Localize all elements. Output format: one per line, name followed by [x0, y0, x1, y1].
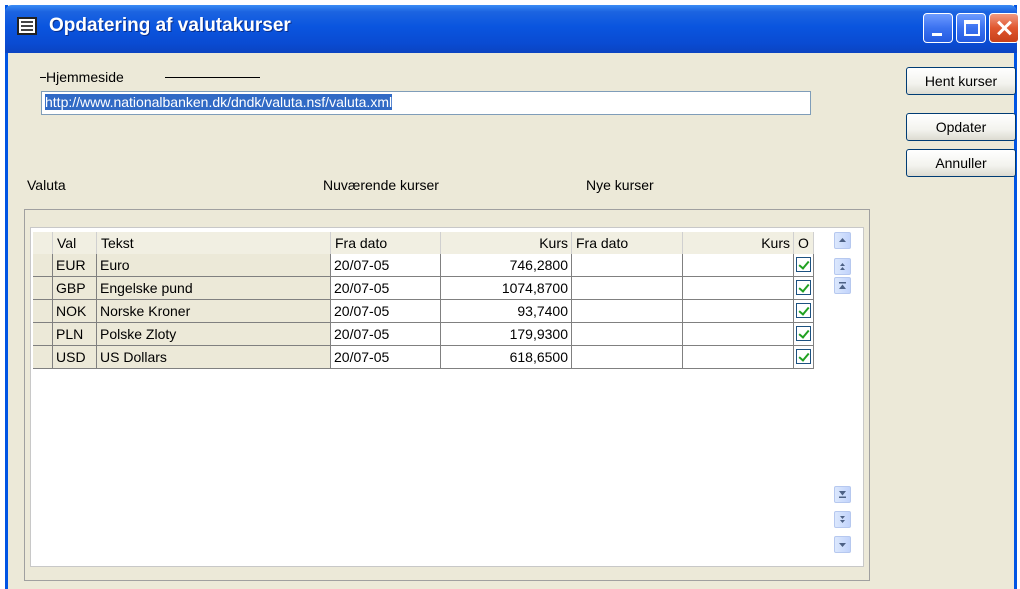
update-checkbox[interactable]	[796, 303, 811, 318]
cell-fra-dato[interactable]: 20/07-05	[331, 277, 441, 300]
cell-o[interactable]	[794, 323, 814, 346]
cell-fra-dato[interactable]: 20/07-05	[331, 254, 441, 277]
column-header-kurs[interactable]: Kurs	[441, 232, 572, 254]
homepage-url-text: http://www.nationalbanken.dk/dndk/valuta…	[45, 94, 393, 110]
column-header-o[interactable]: O	[794, 232, 814, 254]
cell-val[interactable]: USD	[53, 346, 97, 369]
cell-tekst[interactable]: Euro	[97, 254, 331, 277]
cell-val[interactable]: PLN	[53, 323, 97, 346]
cell-new-fra-dato[interactable]	[572, 300, 683, 323]
cell-o[interactable]	[794, 254, 814, 277]
dialog-window: Opdatering af valutakurser Hjemmeside ht…	[5, 5, 1019, 589]
valuta-header: Valuta	[27, 177, 66, 193]
page-down-button[interactable]	[834, 511, 851, 528]
fetch-rates-button[interactable]: Hent kurser	[906, 67, 1016, 95]
cell-kurs[interactable]: 746,2800	[441, 254, 572, 277]
homepage-label: Hjemmeside	[46, 69, 124, 85]
current-rates-header: Nuværende kurser	[323, 177, 439, 193]
scroll-top-button[interactable]	[834, 277, 851, 294]
cell-new-kurs[interactable]	[683, 346, 794, 369]
row-header[interactable]	[33, 254, 53, 277]
table-row[interactable]: EUR Euro 20/07-05 746,2800	[31, 254, 831, 277]
cell-tekst[interactable]: US Dollars	[97, 346, 331, 369]
scroll-down-button[interactable]	[834, 536, 851, 553]
cell-new-kurs[interactable]	[683, 323, 794, 346]
cell-tekst[interactable]: Engelske pund	[97, 277, 331, 300]
row-header[interactable]	[33, 300, 53, 323]
group-line-right	[165, 77, 260, 78]
currency-grid: Val Tekst Fra dato Kurs Fra dato Kurs O …	[30, 227, 864, 567]
cell-kurs[interactable]: 179,9300	[441, 323, 572, 346]
cell-new-kurs[interactable]	[683, 254, 794, 277]
cell-tekst[interactable]: Polske Zloty	[97, 323, 331, 346]
minimize-icon	[932, 33, 942, 36]
update-button[interactable]: Opdater	[906, 113, 1016, 141]
scroll-top-icon	[839, 282, 846, 289]
cell-tekst[interactable]: Norske Kroner	[97, 300, 331, 323]
arrow-up-icon	[839, 238, 846, 242]
cell-new-fra-dato[interactable]	[572, 323, 683, 346]
cell-new-kurs[interactable]	[683, 300, 794, 323]
cell-new-kurs[interactable]	[683, 277, 794, 300]
close-icon	[990, 14, 1018, 42]
scroll-bottom-icon	[839, 491, 846, 498]
cell-fra-dato[interactable]: 20/07-05	[331, 323, 441, 346]
maximize-icon	[964, 20, 980, 36]
scroll-up-button[interactable]	[834, 232, 851, 249]
cell-new-fra-dato[interactable]	[572, 254, 683, 277]
update-checkbox[interactable]	[796, 257, 811, 272]
row-header[interactable]	[33, 323, 53, 346]
grid-header: Val Tekst Fra dato Kurs Fra dato Kurs O	[31, 232, 831, 254]
cell-val[interactable]: EUR	[53, 254, 97, 277]
row-header[interactable]	[33, 346, 53, 369]
cell-kurs[interactable]: 618,6500	[441, 346, 572, 369]
update-checkbox[interactable]	[796, 326, 811, 341]
cell-val[interactable]: GBP	[53, 277, 97, 300]
window-title: Opdatering af valutakurser	[49, 15, 291, 36]
column-header-ny-fra-dato[interactable]: Fra dato	[572, 232, 683, 254]
table-row[interactable]: GBP Engelske pund 20/07-05 1074,8700	[31, 277, 831, 300]
table-row[interactable]: USD US Dollars 20/07-05 618,6500	[31, 346, 831, 369]
document-list-icon	[17, 17, 37, 35]
column-header-ny-kurs[interactable]: Kurs	[683, 232, 794, 254]
arrow-down-icon	[839, 543, 846, 547]
column-header-val[interactable]: Val	[53, 232, 97, 254]
cell-fra-dato[interactable]: 20/07-05	[331, 300, 441, 323]
minimize-button[interactable]	[923, 13, 953, 43]
page-up-button[interactable]	[834, 258, 851, 275]
homepage-url-input[interactable]: http://www.nationalbanken.dk/dndk/valuta…	[41, 91, 811, 115]
close-button[interactable]	[989, 13, 1019, 43]
update-checkbox[interactable]	[796, 280, 811, 295]
column-header-fra-dato[interactable]: Fra dato	[331, 232, 441, 254]
page-down-icon	[840, 516, 845, 523]
new-rates-header: Nye kurser	[586, 177, 654, 193]
grid-rows: EUR Euro 20/07-05 746,2800 GBP Engelske …	[31, 254, 831, 369]
row-header-corner	[33, 232, 53, 254]
cell-fra-dato[interactable]: 20/07-05	[331, 346, 441, 369]
cell-o[interactable]	[794, 277, 814, 300]
title-bar[interactable]: Opdatering af valutakurser	[5, 5, 1019, 53]
scroll-bottom-button[interactable]	[834, 486, 851, 503]
table-row[interactable]: PLN Polske Zloty 20/07-05 179,9300	[31, 323, 831, 346]
cell-o[interactable]	[794, 300, 814, 323]
row-header[interactable]	[33, 277, 53, 300]
table-row[interactable]: NOK Norske Kroner 20/07-05 93,7400	[31, 300, 831, 323]
cell-val[interactable]: NOK	[53, 300, 97, 323]
currency-grid-frame: Val Tekst Fra dato Kurs Fra dato Kurs O …	[24, 209, 870, 581]
cell-kurs[interactable]: 93,7400	[441, 300, 572, 323]
cell-o[interactable]	[794, 346, 814, 369]
cell-new-fra-dato[interactable]	[572, 346, 683, 369]
cancel-button[interactable]: Annuller	[906, 149, 1016, 177]
page-up-icon	[840, 263, 845, 270]
update-checkbox[interactable]	[796, 349, 811, 364]
cell-kurs[interactable]: 1074,8700	[441, 277, 572, 300]
column-header-tekst[interactable]: Tekst	[97, 232, 331, 254]
maximize-button[interactable]	[956, 13, 986, 43]
cell-new-fra-dato[interactable]	[572, 277, 683, 300]
